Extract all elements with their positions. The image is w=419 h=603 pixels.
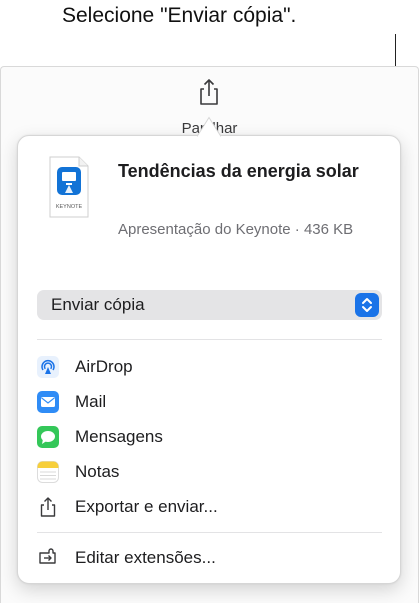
menu-item-label: Mail: [75, 392, 107, 411]
menu-item-messages[interactable]: Mensagens: [37, 422, 382, 452]
menu-item-notes[interactable]: Notas: [37, 457, 382, 487]
divider: [37, 532, 382, 533]
menu-item-label: Editar extensões...: [75, 548, 216, 567]
menu-item-export[interactable]: Exportar e enviar...: [37, 492, 382, 522]
share-popover: KEYNOTE Tendências da energia solar Apre…: [17, 135, 401, 584]
menu-item-label: Mensagens: [75, 427, 163, 446]
extensions-icon: [39, 548, 56, 564]
menu-item-airdrop[interactable]: AirDrop: [37, 352, 382, 382]
share-icon[interactable]: [197, 78, 221, 106]
mail-icon: [37, 391, 59, 413]
callout-text: Selecione "Enviar cópia".: [62, 4, 297, 27]
send-option-select[interactable]: Enviar cópia: [37, 290, 382, 320]
divider: [37, 339, 382, 340]
document-subtitle: Apresentação do Keynote · 436 KB: [118, 221, 354, 238]
send-option-value: Enviar cópia: [51, 295, 145, 314]
airdrop-icon: [37, 356, 59, 378]
messages-icon: [37, 426, 59, 448]
menu-item-label: Notas: [75, 462, 120, 481]
document-title: Tendências da energia solar: [118, 161, 359, 181]
keynote-document-icon: KEYNOTE: [49, 156, 89, 218]
menu-item-edit-extensions[interactable]: Editar extensões...: [37, 543, 382, 573]
menu-item-mail[interactable]: Mail: [37, 387, 382, 417]
stage: Selecione "Enviar cópia". Partilhar KEYN…: [0, 0, 419, 603]
notes-icon: [37, 461, 59, 483]
keynote-icon-label: KEYNOTE: [56, 204, 83, 210]
export-icon: [40, 497, 56, 517]
popover-arrow: [197, 116, 221, 137]
menu-item-label: Exportar e enviar...: [75, 497, 218, 516]
menu-item-label: AirDrop: [75, 357, 133, 376]
chevron-updown-icon[interactable]: [355, 293, 379, 317]
